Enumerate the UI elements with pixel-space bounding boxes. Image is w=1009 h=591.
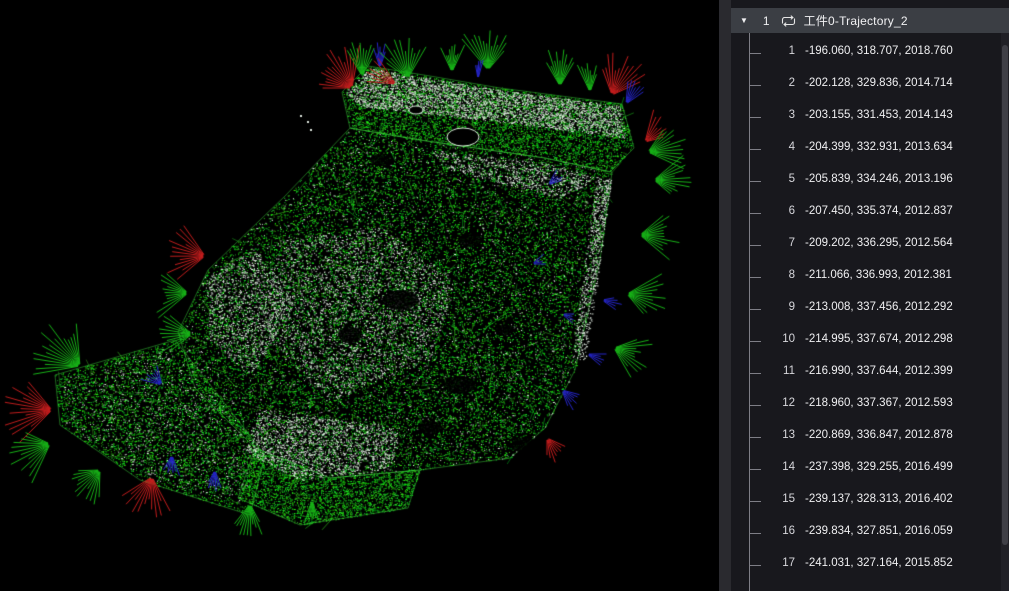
point-index: 16 xyxy=(767,525,795,537)
point-index: 13 xyxy=(767,429,795,441)
tree-tick xyxy=(749,565,761,566)
trajectory-point-list: 1 -196.060, 318.707, 2018.760 2 -202.128… xyxy=(731,37,1001,591)
point-coordinates: -216.990, 337.644, 2012.399 xyxy=(805,365,953,377)
tree-tick xyxy=(749,437,761,438)
point-index: 6 xyxy=(767,205,795,217)
trajectory-point-row[interactable]: 1 -196.060, 318.707, 2018.760 xyxy=(731,37,1001,69)
point-index: 14 xyxy=(767,461,795,473)
point-index: 10 xyxy=(767,333,795,345)
splitter[interactable] xyxy=(719,0,731,591)
point-index: 4 xyxy=(767,141,795,153)
trajectory-icon xyxy=(781,15,796,27)
trajectory-point-row[interactable]: 4 -204.399, 332.931, 2013.634 xyxy=(731,133,1001,165)
tree-tick xyxy=(749,405,761,406)
point-coordinates: -204.399, 332.931, 2013.634 xyxy=(805,141,953,153)
point-coordinates: -241.031, 327.164, 2015.852 xyxy=(805,557,953,569)
tree-tick xyxy=(749,533,761,534)
point-coordinates: -211.066, 336.993, 2012.381 xyxy=(805,269,952,281)
point-coordinates: -207.450, 335.374, 2012.837 xyxy=(805,205,953,217)
point-index: 5 xyxy=(767,173,795,185)
scrollbar-thumb[interactable] xyxy=(1002,45,1008,545)
point-index: 3 xyxy=(767,109,795,121)
point-index: 1 xyxy=(767,45,795,57)
tree-tick xyxy=(749,117,761,118)
trajectory-point-row[interactable]: 9 -213.008, 337.456, 2012.292 xyxy=(731,293,1001,325)
trajectory-point-row[interactable]: 12 -218.960, 337.367, 2012.593 xyxy=(731,389,1001,421)
tree-tick xyxy=(749,277,761,278)
point-index: 11 xyxy=(767,365,795,377)
point-index: 2 xyxy=(767,77,795,89)
tree-tick xyxy=(749,213,761,214)
tree-tick xyxy=(749,53,761,54)
trajectory-point-row[interactable]: 11 -216.990, 337.644, 2012.399 xyxy=(731,357,1001,389)
trajectory-point-row[interactable]: 16 -239.834, 327.851, 2016.059 xyxy=(731,517,1001,549)
point-coordinates: -202.128, 329.836, 2014.714 xyxy=(805,77,953,89)
tree-tick xyxy=(749,245,761,246)
trajectory-point-row[interactable]: 14 -237.398, 329.255, 2016.499 xyxy=(731,453,1001,485)
point-index: 7 xyxy=(767,237,795,249)
point-coordinates: -214.995, 337.674, 2012.298 xyxy=(805,333,953,345)
point-coordinates: -220.869, 336.847, 2012.878 xyxy=(805,429,953,441)
pointcloud-canvas[interactable] xyxy=(0,0,719,591)
trajectory-point-row[interactable]: 5 -205.839, 334.246, 2013.196 xyxy=(731,165,1001,197)
collapse-arrow-icon[interactable]: ▼ xyxy=(740,17,748,25)
trajectory-point-row[interactable]: 13 -220.869, 336.847, 2012.878 xyxy=(731,421,1001,453)
point-coordinates: -196.060, 318.707, 2018.760 xyxy=(805,45,953,57)
3d-viewport[interactable] xyxy=(0,0,719,591)
point-coordinates: -209.202, 336.295, 2012.564 xyxy=(805,237,953,249)
tree-tick xyxy=(749,469,761,470)
point-index: 9 xyxy=(767,301,795,313)
trajectory-point-row[interactable]: 2 -202.128, 329.836, 2014.714 xyxy=(731,69,1001,101)
tree-tick xyxy=(749,373,761,374)
trajectory-panel: ▼ 1 工件0-Trajectory_2 1 -196.060, 318.707… xyxy=(731,0,1009,591)
panel-scrollbar[interactable] xyxy=(1001,33,1009,591)
point-index: 8 xyxy=(767,269,795,281)
point-coordinates: -205.839, 334.246, 2013.196 xyxy=(805,173,953,185)
trajectory-index: 1 xyxy=(763,14,770,28)
tree-tick xyxy=(749,149,761,150)
trajectory-point-row[interactable]: 17 -241.031, 327.164, 2015.852 xyxy=(731,549,1001,581)
trajectory-point-row[interactable]: 8 -211.066, 336.993, 2012.381 xyxy=(731,261,1001,293)
trajectory-label: 工件0-Trajectory_2 xyxy=(804,12,908,29)
point-coordinates: -237.398, 329.255, 2016.499 xyxy=(805,461,953,473)
trajectory-point-row[interactable]: 15 -239.137, 328.313, 2016.402 xyxy=(731,485,1001,517)
tree-tick xyxy=(749,309,761,310)
point-coordinates: -239.137, 328.313, 2016.402 xyxy=(805,493,953,505)
trajectory-point-row[interactable]: 10 -214.995, 337.674, 2012.298 xyxy=(731,325,1001,357)
point-index: 12 xyxy=(767,397,795,409)
trajectory-point-row[interactable]: 7 -209.202, 336.295, 2012.564 xyxy=(731,229,1001,261)
app-window: ▼ 1 工件0-Trajectory_2 1 -196.060, 318.707… xyxy=(0,0,1009,591)
trajectory-point-row[interactable]: 3 -203.155, 331.453, 2014.143 xyxy=(731,101,1001,133)
point-coordinates: -213.008, 337.456, 2012.292 xyxy=(805,301,953,313)
tree-tick xyxy=(749,85,761,86)
trajectory-point-row[interactable]: 6 -207.450, 335.374, 2012.837 xyxy=(731,197,1001,229)
point-coordinates: -218.960, 337.367, 2012.593 xyxy=(805,397,953,409)
tree-tick xyxy=(749,341,761,342)
point-coordinates: -203.155, 331.453, 2014.143 xyxy=(805,109,953,121)
tree-tick xyxy=(749,181,761,182)
trajectory-header-row[interactable]: ▼ 1 工件0-Trajectory_2 xyxy=(731,8,1009,33)
point-index: 17 xyxy=(767,557,795,569)
tree-tick xyxy=(749,501,761,502)
point-coordinates: -239.834, 327.851, 2016.059 xyxy=(805,525,953,537)
point-index: 15 xyxy=(767,493,795,505)
